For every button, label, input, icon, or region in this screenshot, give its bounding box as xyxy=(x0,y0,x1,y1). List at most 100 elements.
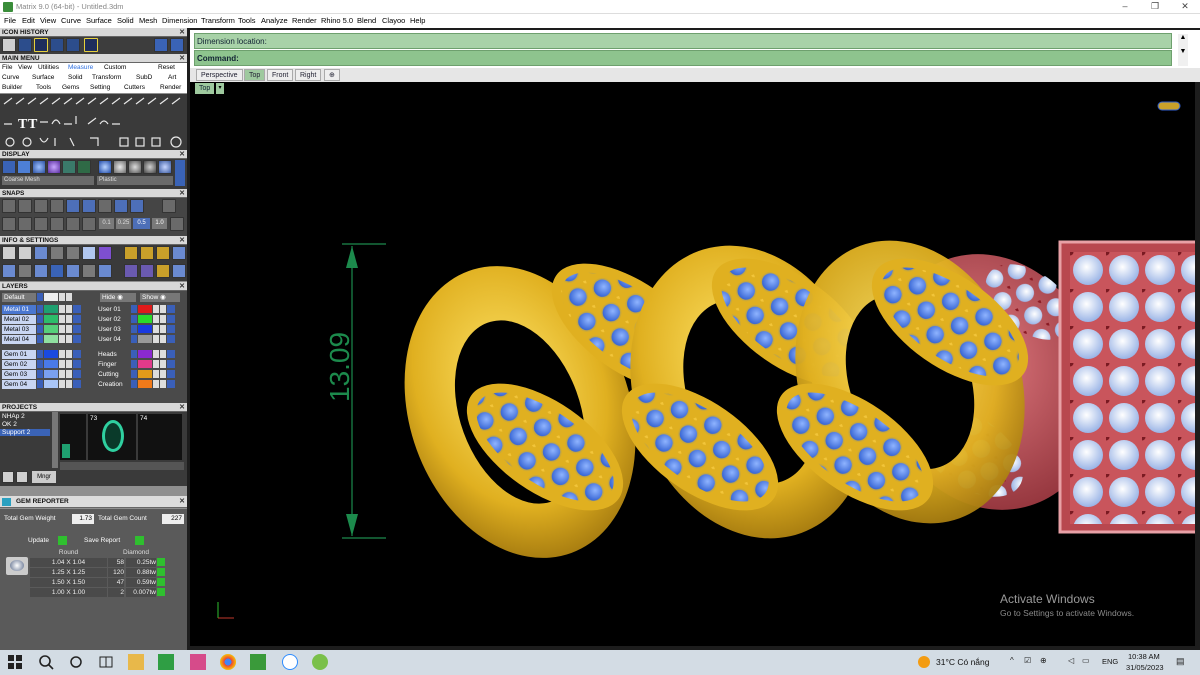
close-icon[interactable]: ✕ xyxy=(179,189,185,198)
material-icon[interactable] xyxy=(158,160,172,174)
history-tool-icon[interactable] xyxy=(2,38,16,52)
weather-text[interactable]: 31°C Có nắng xyxy=(936,657,990,667)
menu-rhino[interactable]: Rhino 5.0 xyxy=(321,16,353,25)
minimize-button[interactable]: – xyxy=(1110,0,1140,14)
app-icon[interactable] xyxy=(312,654,328,670)
network-icon[interactable]: ⊕ xyxy=(1040,656,1047,665)
maximize-button[interactable]: ❐ xyxy=(1140,0,1170,14)
display-mode-icon[interactable] xyxy=(77,160,91,174)
main-menu-reset[interactable]: Reset xyxy=(158,64,175,71)
info-icon[interactable] xyxy=(18,264,32,278)
main-menu-setting[interactable]: Setting xyxy=(90,84,110,91)
snap-icon[interactable] xyxy=(66,199,80,213)
display-mode-icon[interactable] xyxy=(62,160,76,174)
info-icon[interactable] xyxy=(156,246,170,260)
main-menu-measure[interactable]: Measure xyxy=(68,64,93,71)
grid-icon[interactable] xyxy=(18,217,32,231)
project-item[interactable]: NHAp 2 xyxy=(2,413,25,420)
arrow-right-icon[interactable] xyxy=(170,38,184,52)
layer-row[interactable]: Finger xyxy=(96,360,182,369)
display-mode-icon[interactable] xyxy=(47,160,61,174)
history-tool-icon[interactable] xyxy=(84,38,98,52)
add-tab-button[interactable]: ⊕ xyxy=(324,69,340,81)
main-menu-custom[interactable]: Custom xyxy=(104,64,126,71)
menu-view[interactable]: View xyxy=(40,16,56,25)
main-menu-cutters[interactable]: Cutters xyxy=(124,84,145,91)
info-icon[interactable] xyxy=(156,264,170,278)
volume-icon[interactable]: ◁ xyxy=(1068,656,1074,665)
layer-row[interactable]: Cutting xyxy=(96,370,182,379)
main-menu-tools[interactable]: Tools xyxy=(36,84,51,91)
snap-value-1[interactable]: 0.25 xyxy=(116,218,131,229)
command-input[interactable]: Command: xyxy=(194,50,1172,66)
info-icon[interactable] xyxy=(124,246,138,260)
layer-row[interactable]: Metal 02 xyxy=(2,315,82,324)
tray-chevron-icon[interactable]: ^ xyxy=(1010,656,1014,665)
project-thumbnail[interactable]: 73 xyxy=(88,414,136,460)
layer-row[interactable]: Metal 03 xyxy=(2,325,82,334)
snap-icon[interactable] xyxy=(18,199,32,213)
menu-tools[interactable]: Tools xyxy=(238,16,256,25)
info-icon[interactable] xyxy=(34,246,48,260)
layer-row[interactable]: Default xyxy=(2,293,82,302)
info-icon[interactable] xyxy=(124,264,138,278)
material-icon[interactable] xyxy=(143,160,157,174)
close-icon[interactable]: ✕ xyxy=(179,28,185,37)
material-icon[interactable] xyxy=(128,160,142,174)
app-icon[interactable] xyxy=(190,654,206,670)
hide-layers-button[interactable]: Hide ◉ xyxy=(100,293,136,302)
chrome-icon[interactable] xyxy=(220,654,236,670)
info-icon[interactable] xyxy=(140,264,154,278)
info-icon[interactable] xyxy=(50,246,64,260)
command-scroll[interactable]: ▲ ▼ xyxy=(1178,34,1188,66)
grid-icon[interactable] xyxy=(2,217,16,231)
main-menu-render[interactable]: Render xyxy=(160,84,181,91)
snap-icon[interactable] xyxy=(98,199,112,213)
history-tool-icon[interactable] xyxy=(50,38,64,52)
menu-edit[interactable]: Edit xyxy=(22,16,35,25)
display-mode-icon[interactable] xyxy=(17,160,31,174)
close-icon[interactable]: ✕ xyxy=(179,282,185,291)
main-menu-view[interactable]: View xyxy=(18,64,32,71)
update-button[interactable] xyxy=(58,536,67,545)
layer-row[interactable]: User 01 xyxy=(96,305,182,314)
add-project-icon[interactable] xyxy=(2,471,14,483)
info-icon[interactable] xyxy=(172,246,186,260)
main-menu-solid[interactable]: Solid xyxy=(68,74,82,81)
info-icon[interactable] xyxy=(98,246,112,260)
menu-dimension[interactable]: Dimension xyxy=(162,16,197,25)
manager-button[interactable]: Mngr xyxy=(32,471,56,483)
tab-front[interactable]: Front xyxy=(267,69,294,81)
layer-row[interactable]: User 04 xyxy=(96,335,182,344)
info-icon[interactable] xyxy=(66,246,80,260)
info-icon[interactable] xyxy=(66,264,80,278)
material-icon[interactable] xyxy=(113,160,127,174)
menu-analyze[interactable]: Analyze xyxy=(261,16,288,25)
zoom-icon[interactable] xyxy=(18,246,32,260)
info-icon[interactable] xyxy=(82,264,96,278)
close-icon[interactable]: ✕ xyxy=(179,54,185,63)
show-layers-button[interactable]: Show ◉ xyxy=(140,293,180,302)
project-item[interactable]: OK 2 xyxy=(2,421,17,428)
search-icon[interactable] xyxy=(38,654,54,670)
display-scroll-button[interactable] xyxy=(175,160,185,186)
file-explorer-icon[interactable] xyxy=(128,654,144,670)
history-tool-icon[interactable] xyxy=(34,38,48,52)
info-icon[interactable] xyxy=(140,246,154,260)
grid-icon[interactable] xyxy=(50,217,64,231)
project-thumbnail[interactable]: 74 xyxy=(138,414,182,460)
clock-date[interactable]: 31/05/2023 xyxy=(1126,663,1164,672)
matrix-icon[interactable] xyxy=(158,654,174,670)
snap-settings-icon[interactable] xyxy=(170,217,184,231)
layer-row[interactable]: Heads xyxy=(96,350,182,359)
widgets-icon[interactable] xyxy=(98,654,114,670)
info-icon[interactable] xyxy=(50,264,64,278)
upload-project-icon[interactable] xyxy=(16,471,28,483)
menu-blend[interactable]: Blend xyxy=(357,16,376,25)
snap-icon[interactable] xyxy=(34,199,48,213)
menu-mesh[interactable]: Mesh xyxy=(139,16,157,25)
material-icon[interactable] xyxy=(98,160,112,174)
shading-select[interactable]: Coarse Mesh xyxy=(2,176,94,185)
layer-row[interactable]: Metal 01 xyxy=(2,305,82,314)
snap-icon[interactable] xyxy=(2,199,16,213)
